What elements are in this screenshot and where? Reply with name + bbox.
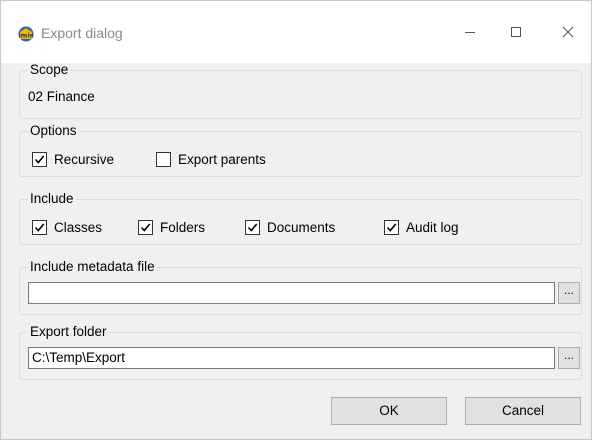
checkmark-icon [247,222,258,232]
export-dialog-window: imis Export dialog Scope 02 Finance Opti… [0,0,592,440]
maximize-icon [511,27,521,37]
metadata-file-input[interactable] [28,282,555,304]
audit-log-checkbox[interactable]: Audit log [384,218,459,236]
maximize-button[interactable] [493,17,539,47]
close-icon [562,26,574,38]
imis-app-icon: imis [18,26,34,42]
export-folder-legend: Export folder [30,324,107,339]
documents-label: Documents [267,219,336,235]
options-legend: Options [30,123,77,138]
recursive-checkbox[interactable]: Recursive [32,150,114,168]
recursive-label: Recursive [54,151,115,167]
documents-checkbox-box[interactable] [245,219,260,235]
metadata-browse-button[interactable]: ... [558,282,580,304]
audit-log-label: Audit log [406,219,459,235]
scope-value: 02 Finance [28,89,95,104]
cancel-button[interactable]: Cancel [465,397,581,425]
checkmark-icon [140,222,151,232]
classes-label: Classes [54,219,103,235]
include-legend: Include [30,191,74,206]
recursive-checkbox-box[interactable] [32,151,47,167]
scope-legend: Scope [30,62,69,77]
scope-group: Scope [19,62,582,119]
export-parents-checkbox-box[interactable] [156,151,171,167]
svg-text:imis: imis [18,32,33,40]
export-parents-label: Export parents [178,151,266,167]
export-parents-checkbox[interactable]: Export parents [156,150,266,168]
classes-checkbox-box[interactable] [32,219,47,235]
export-folder-browse-button[interactable]: ... [558,347,580,369]
audit-log-checkbox-box[interactable] [384,219,399,235]
metadata-legend: Include metadata file [30,259,155,274]
export-folder-input[interactable]: C:\Temp\Export [28,347,555,369]
minimize-icon [465,32,475,33]
title-bar[interactable]: imis Export dialog [1,1,591,63]
folders-label: Folders [160,219,206,235]
checkmark-icon [386,222,397,232]
checkmark-icon [34,154,45,164]
folders-checkbox-box[interactable] [138,219,153,235]
minimize-button[interactable] [447,17,493,47]
ok-button[interactable]: OK [331,397,447,425]
window-title: Export dialog [41,25,123,41]
folders-checkbox[interactable]: Folders [138,218,205,236]
checkmark-icon [34,222,45,232]
close-button[interactable] [545,17,591,47]
classes-checkbox[interactable]: Classes [32,218,102,236]
documents-checkbox[interactable]: Documents [245,218,335,236]
